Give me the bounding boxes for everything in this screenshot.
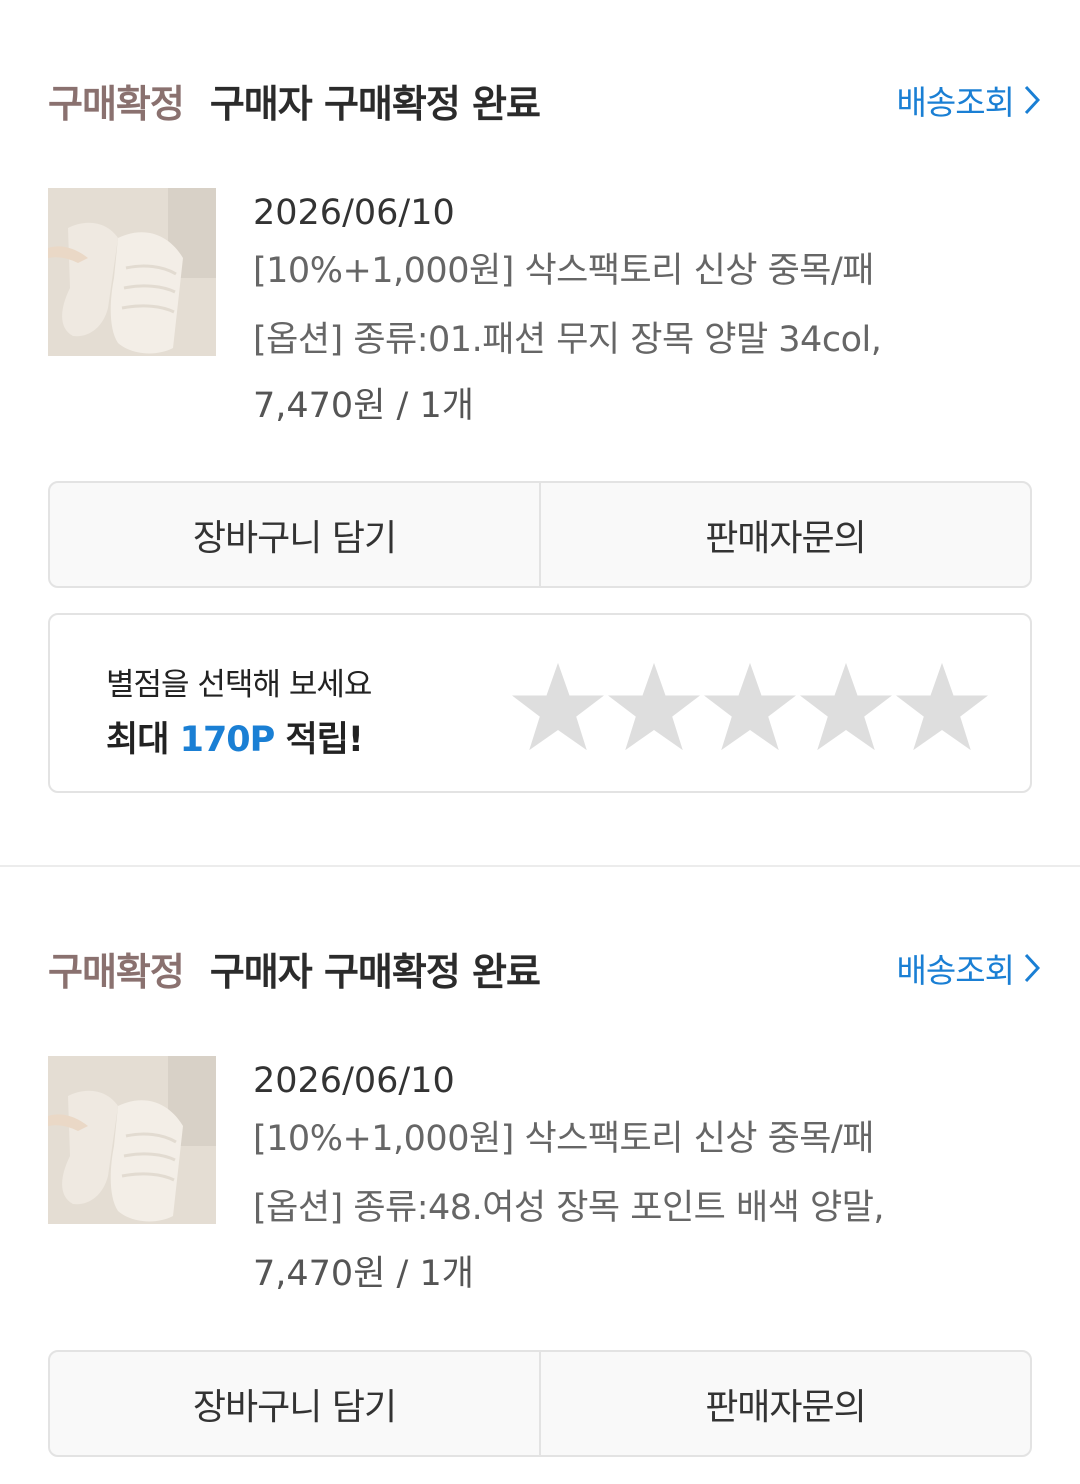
product-info: 2026/06/10 [10%+1,000원] 삭스팩토리 신상 중목/패 [옵… [253, 1056, 1040, 1304]
star-3-icon[interactable] [702, 661, 798, 753]
order-status-row: 구매확정 구매자 구매확정 완료 배송조회 [48, 72, 1040, 128]
product-image [48, 1056, 216, 1224]
order-card: 구매확정 구매자 구매확정 완료 배송조회 2026/06/10 [10%+1,… [0, 0, 1080, 867]
status-label: 구매확정 [48, 949, 185, 994]
order-card: 구매확정 구매자 구매확정 완료 배송조회 2026/06/10 [10%+1,… [0, 866, 1080, 1484]
add-to-cart-button[interactable]: 장바구니 담기 [50, 483, 539, 586]
star-5-icon[interactable] [894, 661, 990, 753]
track-delivery-link[interactable]: 배송조회 [897, 72, 1040, 128]
star-1-icon[interactable] [510, 661, 606, 753]
reward-prefix: 최대 [106, 720, 180, 760]
status-label: 구매확정 [48, 81, 185, 126]
seller-inquiry-button[interactable]: 판매자문의 [539, 483, 1030, 586]
order-date: 2026/06/10 [253, 1061, 455, 1101]
order-status-row: 구매확정 구매자 구매확정 완료 배송조회 [48, 940, 1040, 996]
product-summary: 2026/06/10 [10%+1,000원] 삭스팩토리 신상 중목/패 [옵… [48, 1056, 1040, 1306]
star-4-icon[interactable] [798, 661, 894, 753]
review-rating-box: 별점을 선택해 보세요 최대 170P 적립! [48, 613, 1032, 793]
status-description: 구매자 구매확정 완료 [209, 949, 541, 994]
product-thumbnail[interactable] [48, 188, 216, 356]
track-delivery-label: 배송조회 [896, 951, 1015, 990]
product-name[interactable]: [10%+1,000원] 삭스팩토리 신상 중목/패 [253, 1106, 1040, 1172]
product-option: [옵션] 종류:01.패션 무지 장목 양말 34col, [253, 320, 882, 360]
reward-suffix: 적립! [274, 720, 363, 760]
track-delivery-link[interactable]: 배송조회 [897, 940, 1040, 996]
order-action-buttons: 장바구니 담기 판매자문의 [48, 481, 1032, 588]
product-info: 2026/06/10 [10%+1,000원] 삭스팩토리 신상 중목/패 [옵… [253, 188, 1040, 436]
product-image [48, 188, 216, 356]
star-2-icon[interactable] [606, 661, 702, 753]
status-description: 구매자 구매확정 완료 [209, 81, 541, 126]
review-reward: 최대 170P 적립! [106, 711, 364, 762]
add-to-cart-button[interactable]: 장바구니 담기 [50, 1352, 539, 1455]
order-action-buttons: 장바구니 담기 판매자문의 [48, 1350, 1032, 1457]
price-quantity: 7,470원 / 1개 [253, 1254, 474, 1294]
product-option: [옵션] 종류:48.여성 장목 포인트 배색 양말, [253, 1188, 885, 1228]
order-date: 2026/06/10 [253, 193, 455, 233]
product-name[interactable]: [10%+1,000원] 삭스팩토리 신상 중목/패 [253, 238, 1040, 304]
chevron-right-icon [1024, 85, 1040, 115]
star-rating [510, 661, 990, 753]
seller-inquiry-button[interactable]: 판매자문의 [539, 1352, 1030, 1455]
track-delivery-label: 배송조회 [896, 83, 1015, 122]
review-prompt: 별점을 선택해 보세요 [106, 667, 372, 703]
chevron-right-icon [1024, 953, 1040, 983]
price-quantity: 7,470원 / 1개 [253, 386, 474, 426]
product-thumbnail[interactable] [48, 1056, 216, 1224]
reward-points: 170P [179, 720, 276, 760]
product-summary: 2026/06/10 [10%+1,000원] 삭스팩토리 신상 중목/패 [옵… [48, 188, 1040, 438]
